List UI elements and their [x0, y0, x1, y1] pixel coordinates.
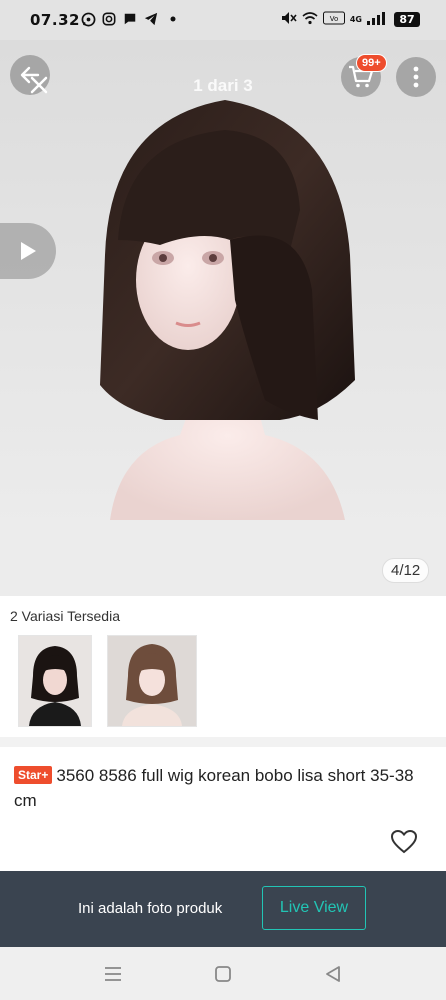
section-divider [0, 737, 446, 747]
instagram-icon [101, 11, 117, 27]
cart-count-badge: 99+ [356, 54, 387, 72]
status-time: 07.32 [30, 11, 80, 29]
more-options-button[interactable] [396, 57, 436, 97]
svg-text:Vo: Vo [330, 15, 339, 23]
status-right-group: Vo 4G 87 [281, 10, 420, 29]
home-icon[interactable] [211, 962, 235, 986]
variation-thumbnail-2[interactable] [107, 635, 197, 727]
mute-icon [281, 10, 297, 29]
live-view-button[interactable]: Live View [262, 886, 366, 930]
product-title-block: Star+ 3560 8586 full wig korean bobo lisa… [14, 763, 434, 813]
battery-icon: 87 [394, 12, 420, 27]
product-image[interactable] [0, 40, 446, 596]
message-icon [122, 11, 138, 27]
product-title: 3560 8586 full wig korean bobo lisa shor… [14, 766, 414, 810]
variations-title: 2 Variasi Tersedia [10, 608, 120, 624]
banner-text: Ini adalah foto produk [78, 900, 223, 917]
whatsapp-icon [80, 11, 96, 27]
favorite-heart-icon[interactable] [390, 828, 418, 856]
photo-info-banner [0, 871, 446, 947]
dot-icon [165, 11, 181, 27]
play-video-button[interactable] [0, 223, 56, 279]
network-type: 4G [349, 14, 362, 24]
image-counter: 4/12 [382, 558, 430, 583]
status-bar: 07.32 Vo 4G 87 [0, 0, 446, 40]
star-plus-badge: Star+ [14, 766, 53, 784]
recent-apps-icon[interactable] [101, 962, 125, 986]
wifi-icon [302, 10, 318, 29]
signal-icon [367, 10, 389, 29]
volte-icon: Vo [322, 10, 345, 29]
back-nav-icon[interactable] [321, 962, 345, 986]
variation-thumbnail-1[interactable] [18, 635, 92, 727]
telegram-icon [143, 11, 159, 27]
